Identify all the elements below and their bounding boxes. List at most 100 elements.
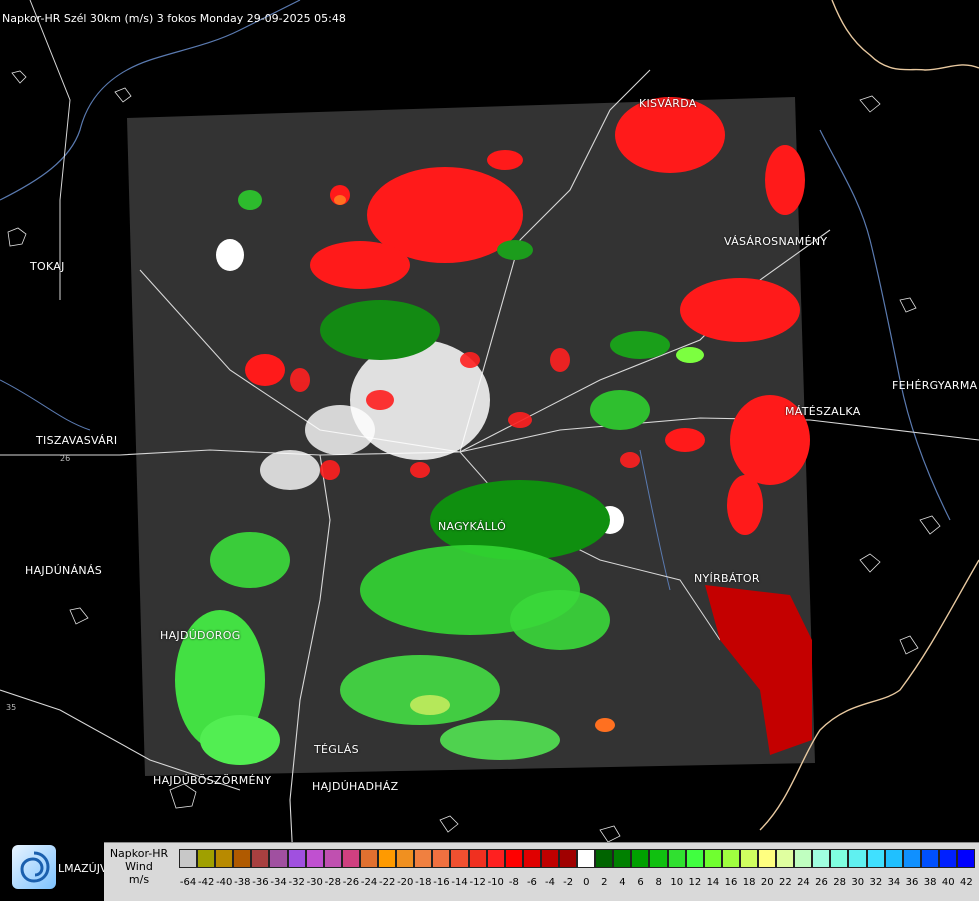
legend-swatch	[631, 849, 650, 868]
legend-swatch	[884, 849, 903, 868]
town-label-tokaj: TOKAJ	[30, 260, 65, 273]
legend-tick-label: 20	[760, 877, 774, 888]
legend-swatch	[776, 849, 795, 868]
road-number-26: 26	[60, 454, 71, 463]
legend-tick-label: -12	[469, 877, 486, 888]
legend-tick-label: -26	[342, 877, 360, 888]
legend-swatch	[558, 849, 578, 868]
legend-swatch	[468, 849, 487, 868]
legend-tick-label: 12	[688, 877, 702, 888]
town-label-hajduboszormeny: HAJDÚBÖSZÖRMÉNY	[153, 774, 272, 787]
legend-tick-label: 28	[833, 877, 847, 888]
map-title: Napkor-HR Szél 30km (m/s) 3 fokos Monday…	[2, 12, 346, 25]
road-number-35: 35	[6, 703, 17, 712]
legend-swatch	[794, 849, 813, 868]
town-label-vasarosnameny: VÁSÁROSNAMÉNY	[724, 235, 828, 248]
legend-swatch	[486, 849, 505, 868]
legend-tick-label: -42	[197, 877, 215, 888]
legend-swatch	[504, 849, 523, 868]
town-label-kisvarda: KISVÁRDA	[639, 97, 697, 110]
legend-swatch	[613, 849, 632, 868]
legend-tick-label: 6	[637, 877, 644, 888]
legend-tick-label: 38	[923, 877, 937, 888]
legend-tick-label: 30	[851, 877, 865, 888]
legend-tick-label: 8	[655, 877, 662, 888]
legend-swatch	[179, 849, 198, 868]
legend-swatch	[269, 849, 288, 868]
legend-swatch	[251, 849, 270, 868]
legend-swatch	[540, 849, 559, 868]
legend-tick-label: 2	[601, 877, 608, 888]
legend-tick-label: -4	[545, 877, 556, 888]
legend-swatch	[938, 849, 958, 868]
legend-source: Napkor-HR	[109, 847, 169, 860]
legend-swatch	[685, 849, 704, 868]
legend-swatch	[305, 849, 324, 868]
legend-tick-label: 0	[583, 877, 590, 888]
legend-swatch	[359, 849, 379, 868]
legend-swatch	[595, 849, 614, 868]
legend-tick-label: -64	[179, 877, 197, 888]
legend-tick-label: 36	[905, 877, 919, 888]
legend-swatch	[287, 849, 306, 868]
legend-tick-label: -24	[360, 877, 378, 888]
legend-swatch	[577, 849, 596, 868]
legend-swatch	[848, 849, 867, 868]
legend-swatch	[649, 849, 668, 868]
legend-title: Napkor-HR Wind m/s	[108, 847, 170, 886]
town-label-hajduhadhaz: HAJDÚHADHÁZ	[312, 780, 399, 793]
town-label-mateszalka: MÁTÉSZALKA	[785, 405, 861, 418]
legend-parameter: Wind	[125, 860, 153, 873]
legend-swatch	[957, 849, 976, 868]
legend-swatch	[450, 849, 469, 868]
legend-swatch	[522, 849, 541, 868]
radar-map	[0, 0, 979, 900]
legend-tick-label: -18	[415, 877, 432, 888]
legend-tick-label: 26	[815, 877, 828, 888]
legend-tick-label: 22	[778, 877, 792, 888]
legend-swatches	[179, 849, 976, 868]
town-label-tiszavasvari: TISZAVASVÁRI	[36, 434, 118, 447]
legend-swatch	[866, 849, 885, 868]
legend-swatch	[703, 849, 722, 868]
legend-swatch	[739, 849, 758, 868]
legend-tick-label: 16	[724, 877, 738, 888]
legend-tick-label: 34	[887, 877, 901, 888]
legend-swatch	[323, 849, 342, 868]
legend-tick-label: -34	[270, 877, 287, 888]
town-label-fehergyarmat: FEHÉRGYARMA	[892, 379, 978, 392]
legend-tick-label: -38	[234, 877, 251, 888]
legend-swatch	[758, 849, 777, 868]
color-legend: Napkor-HR Wind m/s -64 -42 -40 -38 -36 -34 -32…	[104, 842, 979, 901]
legend-tick-label: 18	[742, 877, 756, 888]
town-label-nyirbator: NYÍRBÁTOR	[694, 572, 760, 585]
legend-swatch	[414, 849, 433, 868]
legend-tick-label: 40	[941, 877, 955, 888]
legend-unit: m/s	[128, 873, 150, 886]
legend-tick-label: -20	[397, 877, 414, 888]
town-label-teglas: TÉGLÁS	[314, 743, 359, 756]
legend-swatch	[920, 849, 939, 868]
legend-swatch	[721, 849, 740, 868]
legend-tick-label: 10	[670, 877, 684, 888]
legend-tick-label: -8	[508, 877, 519, 888]
legend-tick-label: -2	[563, 877, 574, 888]
legend-tick-label: 4	[619, 877, 626, 888]
town-label-hajdunanas: HAJDÚNÁNÁS	[25, 564, 103, 577]
legend-tick-label: 32	[869, 877, 883, 888]
legend-tick-label: -40	[216, 877, 233, 888]
legend-tick-label: -36	[252, 877, 269, 888]
weather-service-logo	[12, 845, 56, 889]
legend-swatch	[233, 849, 252, 868]
legend-swatch	[215, 849, 234, 868]
legend-tick-label: 14	[706, 877, 720, 888]
legend-swatch	[197, 849, 216, 868]
legend-swatch	[396, 849, 415, 868]
legend-tick-label: -32	[288, 877, 305, 888]
legend-swatch	[667, 849, 686, 868]
legend-swatch	[902, 849, 921, 868]
legend-tick-label: -28	[324, 877, 342, 888]
town-label-hajdudorog: HAJDÚDOROG	[160, 629, 241, 642]
legend-tick-label: 42	[959, 877, 973, 888]
town-label-nagykallo: NAGYKÁLLÓ	[438, 520, 507, 533]
